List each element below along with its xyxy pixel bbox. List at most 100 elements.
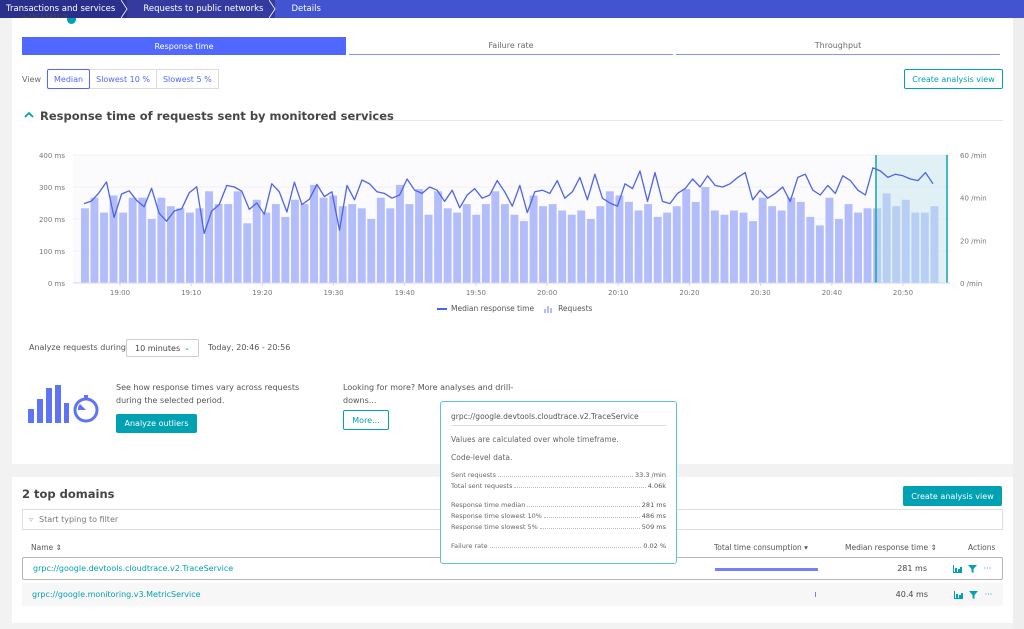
requests-bar	[567, 214, 576, 283]
requests-bar	[386, 208, 395, 283]
column-header-actions: Actions	[968, 543, 996, 552]
y-right-tick-label: 60 /min	[960, 152, 987, 160]
metric-tabs: Response time Failure rate Throughput	[22, 37, 1003, 55]
tab-failure-rate[interactable]: Failure rate	[349, 37, 673, 55]
requests-bar	[806, 216, 815, 283]
x-tick-label: 20:20	[679, 289, 699, 297]
filter-icon[interactable]	[969, 590, 978, 599]
more-options-icon[interactable]: ···	[983, 564, 992, 573]
view-selector: Median Slowest 10 % Slowest 5 %	[47, 69, 219, 89]
x-tick-label: 19:20	[252, 289, 272, 297]
tooltip-row: Total sent requests 4.06k	[451, 482, 666, 490]
requests-bar	[462, 204, 471, 283]
x-tick-label: 19:30	[323, 289, 343, 297]
requests-bar	[90, 197, 99, 283]
y-right-tick-label: 0 /min	[960, 280, 982, 288]
page-scrollbar-track[interactable]	[1013, 18, 1024, 629]
more-button[interactable]: More...	[343, 410, 389, 430]
requests-bar	[119, 212, 128, 283]
requests-bar	[453, 212, 462, 283]
time-consumption-bar	[815, 592, 816, 597]
requests-bar	[281, 216, 290, 283]
requests-bar	[415, 189, 423, 283]
breadcrumb-separator-icon	[121, 0, 128, 18]
page-title: Details	[22, 14, 67, 20]
create-analysis-view-button[interactable]: Create analysis view	[904, 69, 1003, 89]
domain-link[interactable]: grpc://google.monitoring.v3.MetricServic…	[32, 590, 201, 599]
create-analysis-view-button-2[interactable]: Create analysis view	[903, 486, 1002, 506]
duration-select[interactable]: 10 minutes ⌄	[126, 339, 199, 357]
requests-bar	[510, 214, 519, 283]
table-row[interactable]: grpc://google.monitoring.v3.MetricServic…	[22, 583, 1003, 606]
tooltip-row: Response time slowest 5% 509 ms	[451, 523, 666, 531]
tooltip-row: Response time slowest 10% 486 ms	[451, 512, 666, 520]
requests-bar	[348, 204, 357, 283]
x-tick-label: 19:40	[395, 289, 415, 297]
requests-bar	[796, 201, 805, 283]
outliers-chart-icon	[28, 385, 99, 423]
requests-bar	[548, 204, 557, 283]
analyze-outliers-button[interactable]: Analyze outliers	[116, 414, 197, 433]
requests-bar	[777, 210, 786, 283]
legend-median[interactable]: Median response time	[451, 304, 534, 313]
breadcrumb-requests-to-public-networks[interactable]: Requests to public networks	[127, 0, 276, 18]
column-header-median[interactable]: Median response time ⇕	[845, 543, 937, 552]
requests-bar	[539, 206, 547, 283]
breadcrumb: Transactions and services Requests to pu…	[0, 0, 1024, 18]
tooltip-note: Values are calculated over whole timefra…	[451, 435, 619, 444]
chart-icon[interactable]	[954, 590, 963, 599]
requests-bar	[730, 210, 738, 283]
view-slowest-5-button[interactable]: Slowest 5 %	[155, 69, 219, 89]
legend-requests[interactable]: Requests	[558, 304, 592, 313]
tab-throughput[interactable]: Throughput	[676, 37, 1000, 55]
requests-bar	[825, 197, 834, 283]
requests-bar	[615, 195, 624, 283]
more-options-icon[interactable]: ···	[984, 590, 993, 599]
tooltip-title: grpc://google.devtools.cloudtrace.v2.Tra…	[451, 412, 666, 426]
filter-icon[interactable]	[968, 564, 977, 573]
domain-link[interactable]: grpc://google.devtools.cloudtrace.v2.Tra…	[33, 564, 233, 573]
x-tick-label: 20:10	[608, 289, 628, 297]
requests-bar	[262, 212, 271, 283]
time-consumption-bar	[715, 568, 818, 571]
section-divider	[352, 120, 1003, 121]
requests-bar	[863, 208, 872, 283]
y-left-tick-label: 300 ms	[39, 184, 65, 192]
chart-icon[interactable]	[953, 564, 962, 573]
requests-bar	[147, 219, 156, 283]
view-slowest-10-button[interactable]: Slowest 10 %	[89, 69, 157, 89]
requests-bar	[558, 210, 567, 283]
requests-bar	[243, 223, 252, 283]
x-axis: 19:00 19:10 19:20 19:30 19:40 19:50 20:00 20:10…	[73, 282, 950, 297]
x-tick-label: 20:40	[822, 289, 842, 297]
requests-bar	[310, 184, 318, 283]
info-icon[interactable]	[67, 18, 76, 24]
y-right-axis: 0 /min 20 /min 40 /min 60 /min	[960, 152, 987, 288]
chevron-up-icon[interactable]	[24, 110, 34, 120]
requests-bar	[434, 191, 442, 283]
response-time-chart[interactable]: 0 ms 100 ms 200 ms 300 ms 400 ms 0 /min 20 /m…	[0, 140, 1013, 300]
selection-overlay	[875, 155, 948, 283]
analyze-label: Analyze requests during	[29, 343, 126, 352]
requests-bar	[720, 214, 729, 283]
requests-bar	[520, 221, 528, 283]
median-value: 40.4 ms	[895, 590, 928, 599]
requests-bar	[491, 191, 500, 283]
requests-bar	[739, 212, 748, 283]
breadcrumb-separator-icon	[269, 0, 276, 18]
view-median-button[interactable]: Median	[47, 69, 91, 89]
breadcrumb-details[interactable]: Details	[275, 0, 333, 18]
requests-bar	[396, 184, 404, 283]
requests-bar	[338, 206, 347, 283]
column-header-total-time[interactable]: Total time consumption ▾	[714, 543, 808, 552]
requests-bar	[605, 191, 614, 283]
requests-bar	[701, 187, 710, 283]
tooltip-note: Code-level data.	[451, 453, 513, 462]
x-tick-label: 19:00	[110, 289, 130, 297]
requests-bar	[233, 191, 242, 283]
column-header-name[interactable]: Name ⇕	[31, 543, 62, 552]
requests-bar	[128, 197, 137, 283]
x-tick-label: 20:50	[893, 289, 913, 297]
tab-response-time[interactable]: Response time	[22, 37, 346, 55]
requests-bar	[854, 212, 862, 283]
